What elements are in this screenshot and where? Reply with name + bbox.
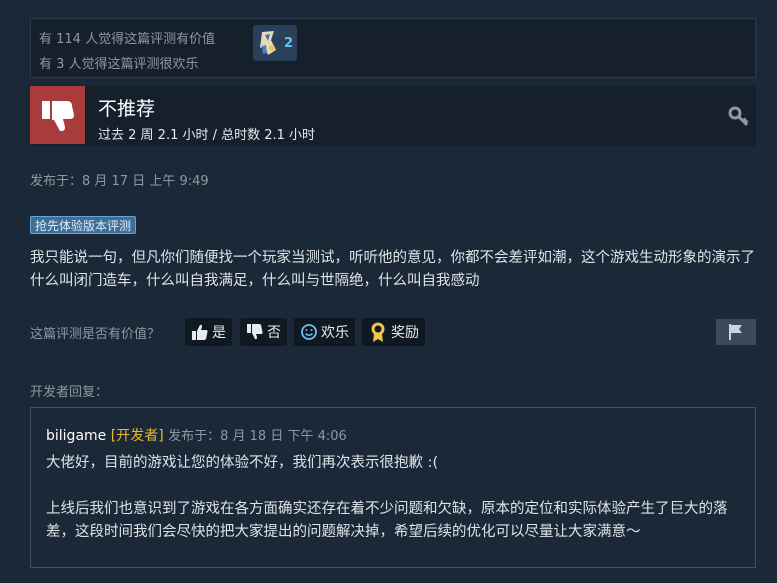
developer-reply-body: 大佬好，目前的游戏让您的体验不好，我们再次表示很抱歉 :( 上线后我们也意识到了…: [46, 452, 736, 544]
developer-tag: [开发者]: [110, 428, 164, 444]
thumbs-up-icon: [192, 324, 208, 340]
award-button[interactable]: 奖励: [362, 318, 425, 346]
flag-icon: [729, 324, 742, 340]
developer-reply-paragraph: 大佬好，目前的游戏让您的体验不好，我们再次表示很抱歉 :(: [46, 455, 439, 471]
thumbs-down-icon: [247, 324, 263, 340]
review-header: 不推荐 过去 2 周 2.1 小时 / 总时数 2.1 小时: [30, 86, 756, 146]
award-medal-icon: [371, 322, 385, 342]
vote-funny-label: 欢乐: [321, 325, 349, 341]
vote-no-label: 否: [267, 325, 281, 341]
key-icon: [728, 106, 749, 127]
smiley-icon: [301, 324, 317, 340]
developer-reply: biligame [开发者] 发布于：8 月 18 日 下午 4:06 大佬好，…: [30, 407, 756, 568]
review-body: 我只能说一句，但凡你们随便找一个玩家当测试，听听他的意见，你都不会差评如潮，这个…: [30, 250, 755, 289]
review-posted-date: 发布于：8 月 17 日 上午 9:49: [30, 174, 209, 189]
award-ribbon-icon: [260, 31, 276, 55]
vote-question: 这篇评测是否有价值？: [30, 327, 161, 342]
recommendation-title: 不推荐: [98, 98, 156, 120]
developer-reply-meta: biligame [开发者] 发布于：8 月 18 日 下午 4:06: [46, 425, 347, 445]
early-access-badge: 抢先体验版本评测: [30, 216, 137, 234]
award-count: 2: [284, 36, 294, 51]
developer-reply-date: 发布于：8 月 18 日 下午 4:06: [168, 429, 347, 444]
award-summary[interactable]: 2: [253, 25, 297, 61]
report-flag-button[interactable]: [716, 319, 756, 345]
helpful-count: 有 114 人觉得这篇评测有价值: [39, 32, 216, 47]
developer-reply-label: 开发者回复：: [30, 385, 109, 400]
playtime: 过去 2 周 2.1 小时 / 总时数 2.1 小时: [98, 128, 316, 143]
developer-name[interactable]: biligame: [46, 428, 106, 444]
vote-yes-label: 是: [212, 325, 226, 341]
helpfulness-summary: 有 114 人觉得这篇评测有价值 有 3 人觉得这篇评测很欢乐 2: [30, 18, 756, 78]
funny-count: 有 3 人觉得这篇评测很欢乐: [39, 57, 199, 72]
vote-row: 这篇评测是否有价值？ 是 否 欢乐 奖励: [30, 318, 756, 348]
award-label: 奖励: [391, 325, 419, 341]
recommendation-thumb: [30, 86, 85, 144]
vote-funny-button[interactable]: 欢乐: [294, 318, 355, 346]
thumbs-down-icon: [41, 101, 74, 131]
vote-no-button[interactable]: 否: [240, 318, 287, 346]
developer-reply-paragraph: 上线后我们也意识到了游戏在各方面确实还存在着不少问题和欠缺，原本的定位和实际体验…: [46, 501, 728, 540]
vote-yes-button[interactable]: 是: [185, 318, 232, 346]
